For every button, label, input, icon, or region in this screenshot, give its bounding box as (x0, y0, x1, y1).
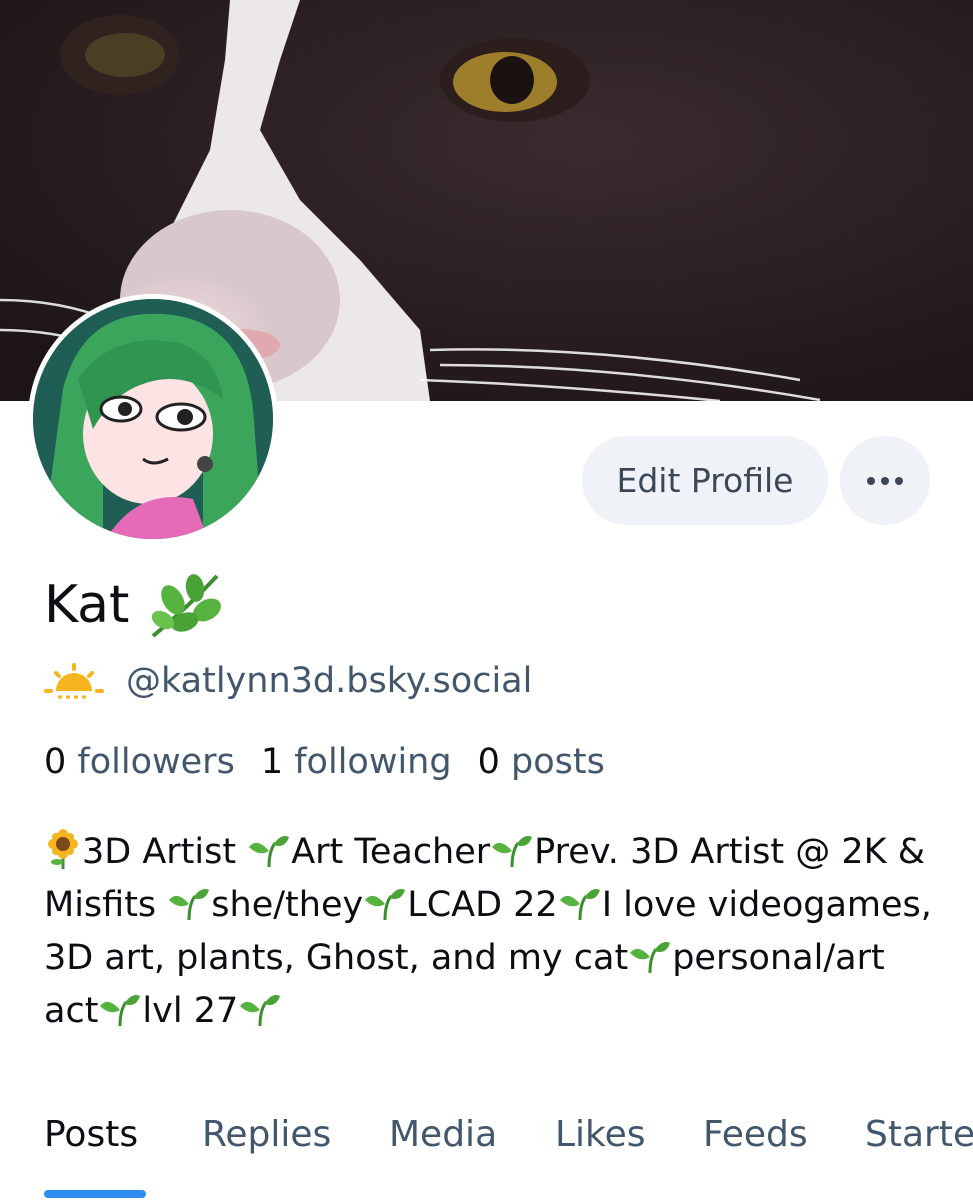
tab-likes[interactable]: Likes (555, 1114, 646, 1155)
display-name: Kat (44, 575, 130, 635)
tab-feeds[interactable]: Feeds (703, 1114, 808, 1155)
avatar-illustration (33, 299, 273, 539)
tab-posts[interactable]: Posts (44, 1114, 138, 1155)
seedling-icon (167, 883, 211, 921)
following-count: 1 (260, 742, 284, 782)
posts-stat: 0 posts (478, 742, 605, 782)
bio-text-4: she/they (211, 885, 364, 925)
sunrise-icon (44, 661, 104, 701)
profile-bio: 3D Artist Art Teacher Prev. 3D Artist @ 2… (44, 826, 944, 1038)
profile-stats: 0 followers 1 following 0 posts (44, 742, 631, 782)
following-stat[interactable]: 1 following (261, 742, 452, 782)
tab-media[interactable]: Media (389, 1114, 497, 1155)
seedling-icon (628, 936, 672, 974)
tab-starter-packs[interactable]: Starte (865, 1114, 973, 1155)
posts-count: 0 (477, 742, 500, 782)
active-tab-indicator (44, 1190, 146, 1198)
seedling-icon (98, 989, 142, 1027)
more-options-button[interactable] (840, 436, 930, 525)
ellipsis-icon (867, 476, 903, 485)
handle[interactable]: @katlynn3d.bsky.social (126, 661, 532, 701)
seedling-icon (363, 883, 407, 921)
seedling-icon (247, 830, 291, 868)
herb-icon (145, 570, 227, 640)
bio-text-5: LCAD 22 (407, 885, 558, 925)
seedling-icon (558, 883, 602, 921)
followers-stat[interactable]: 0 followers (44, 742, 235, 782)
tab-replies[interactable]: Replies (202, 1114, 331, 1155)
bio-text-1: 3D Artist (82, 832, 248, 872)
bio-text-8: lvl 27 (142, 991, 239, 1031)
following-label: following (294, 742, 452, 782)
seedling-icon (238, 989, 282, 1027)
edit-profile-button[interactable]: Edit Profile (582, 436, 828, 525)
profile-tabs: Posts Replies Media Likes Feeds Starte (0, 1110, 973, 1200)
followers-label: followers (77, 742, 235, 782)
bio-text-2: Art Teacher (291, 832, 491, 872)
seedling-icon (490, 830, 534, 868)
handle-row: @katlynn3d.bsky.social (44, 658, 532, 704)
display-name-row: Kat (44, 570, 227, 640)
sunflower-icon (44, 829, 82, 869)
posts-label: posts (511, 742, 605, 782)
avatar[interactable] (28, 294, 278, 544)
followers-count: 0 (44, 742, 67, 782)
